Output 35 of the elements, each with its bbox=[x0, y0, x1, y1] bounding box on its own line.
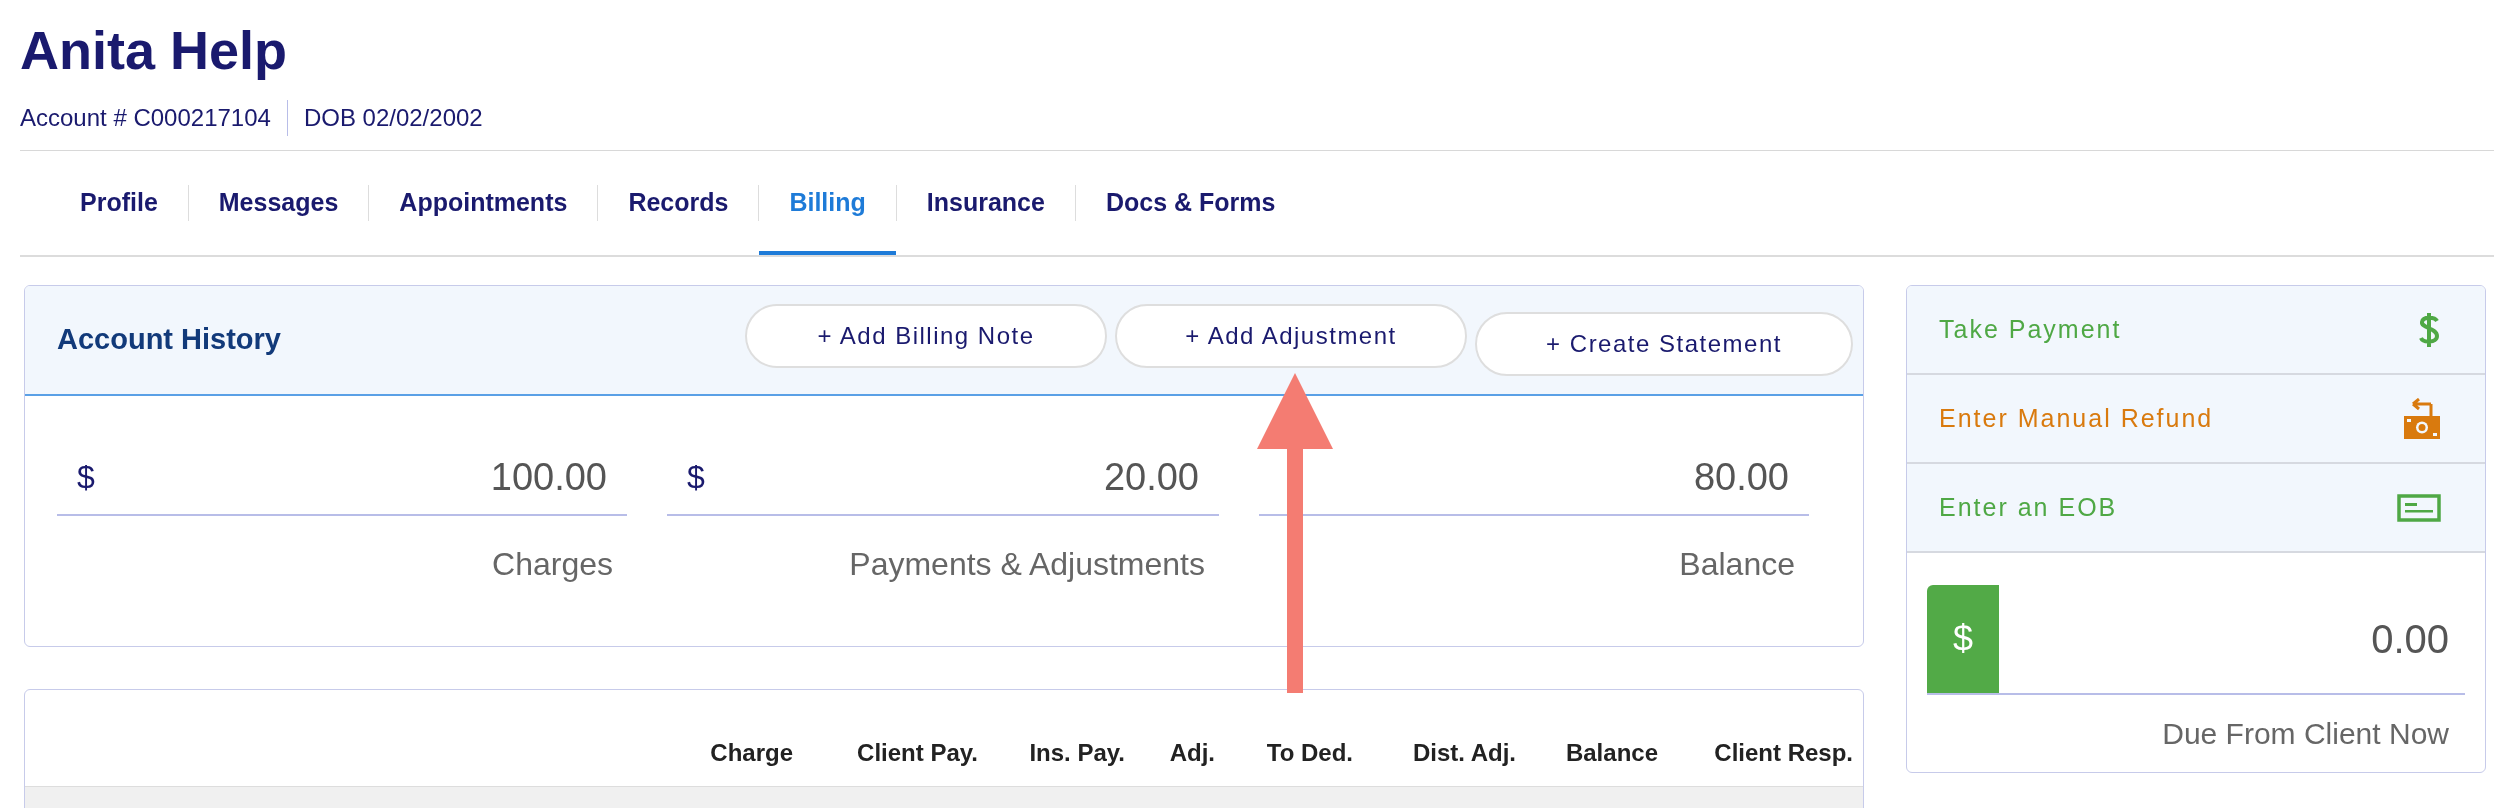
due-amount: 0.00 bbox=[2370, 616, 2450, 663]
date-of-birth: DOB 02/02/2002 bbox=[303, 103, 483, 133]
due-label: Due From Client Now bbox=[2162, 717, 2449, 750]
tab[interactable]: Records bbox=[598, 151, 759, 255]
column-header: Ins. Pay. bbox=[1029, 739, 1125, 766]
column-header: Charge bbox=[710, 739, 793, 766]
patient-name: Anita Help bbox=[20, 19, 288, 82]
column-header: Adj. bbox=[1169, 739, 1215, 766]
currency-symbol: $ bbox=[77, 458, 95, 497]
amount-label: Payments & Adjustments bbox=[849, 546, 1205, 582]
column-header: To Ded. bbox=[1266, 739, 1353, 766]
cash-refund-icon bbox=[2403, 397, 2441, 440]
action-button[interactable]: + Create Statement bbox=[1475, 312, 1853, 376]
column-header: Client Pay. bbox=[857, 739, 978, 766]
tab[interactable]: Appointments bbox=[369, 151, 598, 255]
column-header: Client Resp. bbox=[1714, 739, 1853, 766]
column-header: Balance bbox=[1565, 739, 1658, 766]
card-title: Account History bbox=[57, 322, 282, 358]
amount: 80.00 bbox=[1692, 454, 1789, 500]
currency-badge: $ bbox=[1927, 585, 1999, 693]
tab[interactable]: Insurance bbox=[896, 151, 1075, 255]
action-button[interactable]: + Add Adjustment bbox=[1115, 304, 1467, 368]
action-button[interactable]: + Add Billing Note bbox=[745, 304, 1107, 368]
dollar-icon bbox=[2417, 310, 2441, 349]
amount-label: Charges bbox=[492, 546, 613, 582]
tab[interactable]: Docs & Forms bbox=[1075, 151, 1306, 255]
amount-label: Balance bbox=[1679, 546, 1795, 582]
amount: 100.00 bbox=[489, 454, 607, 500]
tab[interactable]: Messages bbox=[188, 151, 369, 255]
currency-symbol: $ bbox=[687, 458, 705, 497]
column-header: Dist. Adj. bbox=[1412, 739, 1516, 766]
check-icon bbox=[2397, 493, 2441, 522]
amount: 20.00 bbox=[1102, 454, 1199, 500]
tab[interactable]: Profile bbox=[50, 151, 188, 255]
account-number: Account # C000217104 bbox=[20, 103, 271, 133]
